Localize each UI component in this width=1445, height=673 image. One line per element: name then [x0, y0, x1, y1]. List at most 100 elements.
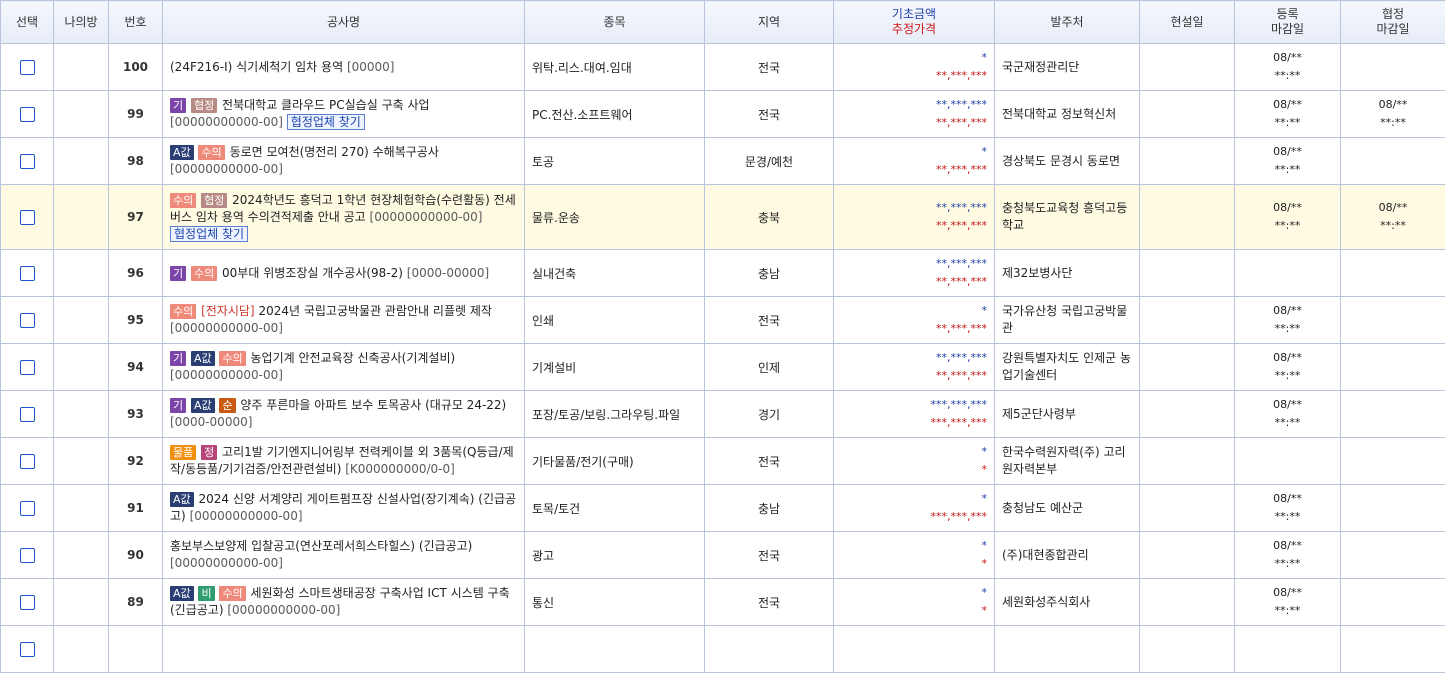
table-row[interactable]: 99기 협정 전북대학교 클라우드 PC실습실 구축 사업 [000000000…: [1, 91, 1445, 138]
bid-title[interactable]: 양주 푸른마을 아파트 보수 토목공사 (대규모 24-22): [240, 398, 506, 412]
bid-title-cell[interactable]: 기 수의 00부대 위병조장실 개수공사(98-2) [0000-00000]: [163, 250, 525, 297]
site-date-cell: [1140, 485, 1235, 532]
owner-cell: 한국수력원자력(주) 고리원자력본부: [995, 438, 1140, 485]
row-checkbox[interactable]: [20, 266, 35, 281]
estimated-price: **,***,***: [841, 273, 987, 291]
bid-title-cell[interactable]: 기 A값 수의 농업기계 안전교육장 신축공사(기계설비) [000000000…: [163, 344, 525, 391]
bid-title[interactable]: 동로면 모여천(명전리 270) 수해복구공사: [230, 145, 439, 159]
reg-deadline-time: **:**: [1242, 217, 1333, 235]
col-mine[interactable]: 나의방: [54, 1, 109, 44]
site-date-cell: [1140, 626, 1235, 673]
reg-deadline-time: **:**: [1242, 367, 1333, 385]
col-coop-deadline[interactable]: 협정 마감일: [1341, 1, 1445, 44]
estimated-price: *: [841, 461, 987, 479]
region-cell: 전국: [705, 532, 834, 579]
bid-type-badge: 순: [219, 398, 235, 413]
row-checkbox[interactable]: [20, 548, 35, 563]
bid-code: [00000000000-00]: [370, 210, 483, 224]
row-checkbox[interactable]: [20, 642, 35, 657]
row-checkbox[interactable]: [20, 407, 35, 422]
category-cell: 토공: [525, 138, 705, 185]
bid-title-cell[interactable]: 기 협정 전북대학교 클라우드 PC실습실 구축 사업 [00000000000…: [163, 91, 525, 138]
bid-title-cell[interactable]: A값 비 수의 세원화성 스마트생태공장 구축사업 ICT 시스템 구축 (긴급…: [163, 579, 525, 626]
bid-title[interactable]: (24F216-I) 식기세척기 임차 용역: [170, 60, 343, 74]
table-row[interactable]: 98A값 수의 동로면 모여천(명전리 270) 수해복구공사 [0000000…: [1, 138, 1445, 185]
region-cell: 충남: [705, 485, 834, 532]
table-row[interactable]: [1, 626, 1445, 673]
col-reg-deadline[interactable]: 등록 마감일: [1235, 1, 1341, 44]
table-row[interactable]: 92물품 정 고리1발 기기엔지니어링부 전력케이블 외 3품목(Q등급/제작/…: [1, 438, 1445, 485]
bid-title-cell[interactable]: A값 2024 신양 서계양리 게이트펌프장 신설사업(장기계속) (긴급공고)…: [163, 485, 525, 532]
bid-title[interactable]: 농업기계 안전교육장 신축공사(기계설비): [251, 351, 456, 365]
row-checkbox[interactable]: [20, 154, 35, 169]
find-partner-button[interactable]: 협정업체 찾기: [170, 226, 248, 242]
find-partner-button[interactable]: 협정업체 찾기: [287, 114, 365, 130]
bid-title[interactable]: 고리1발 기기엔지니어링부 전력케이블 외 3품목(Q등급/제작/동등품/기기검…: [170, 445, 514, 476]
mine-cell: [54, 532, 109, 579]
bid-list-table: 선택 나의방 번호 공사명 종목 지역 기초금액 추정가격 발주처 현설일 등록…: [0, 0, 1445, 673]
site-date-cell: [1140, 250, 1235, 297]
bid-type-badge: A값: [170, 492, 194, 507]
bid-type-badge: A값: [191, 398, 215, 413]
table-row[interactable]: 100(24F216-I) 식기세척기 임차 용역 [00000]위탁.리스.대…: [1, 44, 1445, 91]
region-cell: [705, 626, 834, 673]
reg-deadline-cell: 08/****:**: [1235, 138, 1341, 185]
reg-deadline-date: 08/**: [1242, 96, 1333, 114]
site-date-cell: [1140, 44, 1235, 91]
category-cell: 광고: [525, 532, 705, 579]
bid-title-cell[interactable]: 홍보부스보양제 입찰공고(연산포레서희스타힐스) (긴급공고) [0000000…: [163, 532, 525, 579]
owner-cell: 세원화성주식회사: [995, 579, 1140, 626]
bid-code: [00000000000-00]: [170, 115, 283, 129]
coop-deadline-cell: 08/****:**: [1341, 185, 1445, 250]
bid-code: [00000000000-00]: [170, 556, 283, 570]
row-checkbox[interactable]: [20, 210, 35, 225]
row-checkbox[interactable]: [20, 107, 35, 122]
bid-title-cell[interactable]: 기 A값 순 양주 푸른마을 아파트 보수 토목공사 (대규모 24-22) […: [163, 391, 525, 438]
bid-title[interactable]: 2024년 국립고궁박물관 관람안내 리플렛 제작: [258, 304, 491, 318]
col-no[interactable]: 번호: [109, 1, 163, 44]
row-checkbox[interactable]: [20, 313, 35, 328]
row-number: 96: [109, 250, 163, 297]
site-date-cell: [1140, 532, 1235, 579]
col-region[interactable]: 지역: [705, 1, 834, 44]
bid-title[interactable]: 홍보부스보양제 입찰공고(연산포레서희스타힐스) (긴급공고): [170, 539, 472, 553]
table-row[interactable]: 93기 A값 순 양주 푸른마을 아파트 보수 토목공사 (대규모 24-22)…: [1, 391, 1445, 438]
estimated-price: **,***,***: [841, 67, 987, 85]
reg-deadline-date: 08/**: [1242, 584, 1333, 602]
reg-deadline-cell: 08/****:**: [1235, 185, 1341, 250]
table-row[interactable]: 97수의 협정 2024학년도 흥덕고 1학년 현장체험학습(수련활동) 전세버…: [1, 185, 1445, 250]
price-cell: **: [834, 532, 995, 579]
col-site-date[interactable]: 현설일: [1140, 1, 1235, 44]
bid-type-badge: 비: [198, 586, 214, 601]
select-cell: [1, 185, 54, 250]
table-row[interactable]: 95수의 [전자시담] 2024년 국립고궁박물관 관람안내 리플렛 제작 [0…: [1, 297, 1445, 344]
row-checkbox[interactable]: [20, 60, 35, 75]
reg-deadline-time: **:**: [1242, 602, 1333, 620]
col-title[interactable]: 공사명: [163, 1, 525, 44]
bid-title-cell[interactable]: 수의 [전자시담] 2024년 국립고궁박물관 관람안내 리플렛 제작 [000…: [163, 297, 525, 344]
table-row[interactable]: 96기 수의 00부대 위병조장실 개수공사(98-2) [0000-00000…: [1, 250, 1445, 297]
bid-title[interactable]: 00부대 위병조장실 개수공사(98-2): [222, 266, 403, 280]
row-checkbox[interactable]: [20, 360, 35, 375]
region-cell: 충북: [705, 185, 834, 250]
col-price[interactable]: 기초금액 추정가격: [834, 1, 995, 44]
col-category[interactable]: 종목: [525, 1, 705, 44]
table-row[interactable]: 94기 A값 수의 농업기계 안전교육장 신축공사(기계설비) [0000000…: [1, 344, 1445, 391]
bid-title[interactable]: 전북대학교 클라우드 PC실습실 구축 사업: [222, 98, 430, 112]
bid-code: [00000]: [347, 60, 395, 74]
table-row[interactable]: 90홍보부스보양제 입찰공고(연산포레서희스타힐스) (긴급공고) [00000…: [1, 532, 1445, 579]
bid-title-cell[interactable]: [163, 626, 525, 673]
row-checkbox[interactable]: [20, 595, 35, 610]
bid-title-cell[interactable]: A값 수의 동로면 모여천(명전리 270) 수해복구공사 [000000000…: [163, 138, 525, 185]
base-price: *: [841, 302, 987, 320]
bid-type-badge: 기: [170, 98, 186, 113]
table-row[interactable]: 89A값 비 수의 세원화성 스마트생태공장 구축사업 ICT 시스템 구축 (…: [1, 579, 1445, 626]
bid-title-cell[interactable]: (24F216-I) 식기세척기 임차 용역 [00000]: [163, 44, 525, 91]
row-checkbox[interactable]: [20, 454, 35, 469]
bid-title-cell[interactable]: 수의 협정 2024학년도 흥덕고 1학년 현장체험학습(수련활동) 전세버스 …: [163, 185, 525, 250]
table-row[interactable]: 91A값 2024 신양 서계양리 게이트펌프장 신설사업(장기계속) (긴급공…: [1, 485, 1445, 532]
col-owner[interactable]: 발주처: [995, 1, 1140, 44]
category-cell: [525, 626, 705, 673]
bid-title-cell[interactable]: 물품 정 고리1발 기기엔지니어링부 전력케이블 외 3품목(Q등급/제작/동등…: [163, 438, 525, 485]
row-checkbox[interactable]: [20, 501, 35, 516]
